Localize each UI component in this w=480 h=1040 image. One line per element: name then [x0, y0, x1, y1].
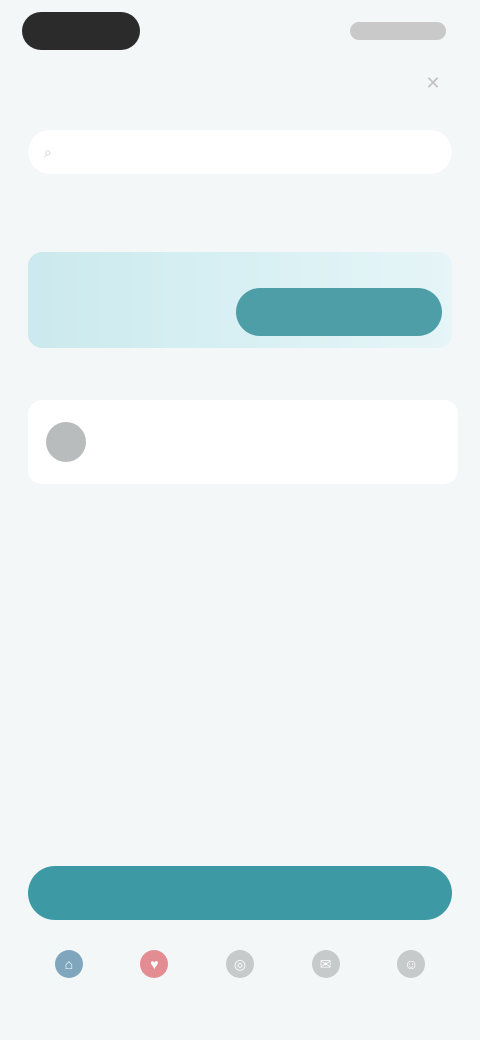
user-icon: ☺ — [397, 950, 426, 978]
bottom-navigation: ⌂ ♥ ◎ ✉ ☺ — [0, 940, 480, 1040]
promo-banner — [28, 252, 452, 348]
search-box[interactable]: ⌕ — [28, 130, 452, 174]
list-item[interactable] — [28, 400, 458, 484]
home-icon: ⌂ — [54, 950, 83, 978]
bottom-nav-item-profile[interactable]: ☺ — [379, 950, 443, 1040]
search-icon: ⌕ — [44, 144, 52, 160]
bottom-nav-item-favorites[interactable]: ♥ — [122, 950, 186, 1040]
promo-action-button[interactable] — [236, 288, 442, 336]
bottom-nav-item-messages[interactable]: ✉ — [294, 950, 358, 1040]
primary-action-button[interactable] — [28, 866, 452, 920]
avatar — [46, 422, 86, 462]
search-input[interactable] — [68, 144, 408, 160]
bottom-nav-item-discover[interactable]: ◎ — [208, 950, 272, 1040]
status-time-pill — [22, 12, 140, 50]
status-icons — [350, 22, 446, 40]
close-icon[interactable]: ✕ — [422, 72, 444, 94]
bottom-nav-item-home[interactable]: ⌂ — [37, 950, 101, 1040]
chat-icon: ✉ — [311, 950, 340, 978]
category-tabs — [28, 196, 480, 228]
compass-icon: ◎ — [225, 950, 254, 978]
status-bar — [0, 0, 480, 60]
navigation-bar: ✕ — [0, 62, 480, 112]
heart-icon: ♥ — [140, 950, 169, 978]
